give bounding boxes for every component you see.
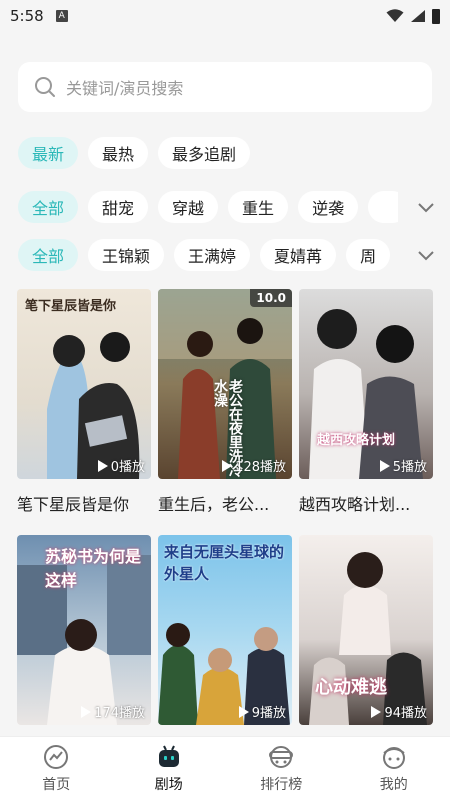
actor-tab-2[interactable]: 王满婷 xyxy=(174,239,251,271)
drama-poster[interactable]: 心动难逃 94播放 xyxy=(299,535,433,725)
drama-title[interactable]: 笔下星辰皆是你 xyxy=(17,491,151,515)
search-icon xyxy=(35,77,55,97)
drama-title[interactable]: 重生后，老公... xyxy=(158,491,292,515)
play-count: 5播放 xyxy=(379,456,427,475)
theater-icon xyxy=(158,745,179,767)
play-count: 174播放 xyxy=(80,702,145,721)
play-count: 94播放 xyxy=(370,702,427,721)
notification-icon: A xyxy=(55,10,68,22)
play-count: 0播放 xyxy=(97,456,145,475)
drama-card[interactable]: 来自无厘头星球的外星人 9播放 xyxy=(158,535,292,725)
actor-tabs: 全部 王锦颖 王满婷 夏婧苒 周 xyxy=(18,239,398,271)
tab-home[interactable]: 首页 xyxy=(0,737,113,800)
tab-ranking[interactable]: 排行榜 xyxy=(225,737,338,800)
drama-poster[interactable]: 来自无厘头星球的外星人 9播放 xyxy=(158,535,292,725)
home-icon xyxy=(44,745,69,769)
genre-tab-comeback[interactable]: 逆袭 xyxy=(298,191,359,223)
ranking-icon xyxy=(269,746,294,768)
poster-text: 心动难逃 xyxy=(315,677,387,698)
drama-poster[interactable]: 10.0 老公在夜里洗冷水澡 128播放 xyxy=(158,289,292,479)
drama-card[interactable]: 笔下星辰皆是你 0播放 笔下星辰皆是你 xyxy=(17,289,151,515)
status-bar: 5:58 A xyxy=(0,0,450,32)
profile-icon xyxy=(382,747,405,769)
genre-tabs: 全部 甜宠 穿越 重生 逆袭 xyxy=(18,191,398,223)
poster-illustration xyxy=(47,332,140,479)
bottom-tab-bar: 首页 剧场 排行榜 我的 xyxy=(0,736,450,800)
play-count: 128播放 xyxy=(221,456,286,475)
actor-tab-all[interactable]: 全部 xyxy=(18,239,79,271)
wifi-icon xyxy=(386,9,404,22)
sort-tab-latest[interactable]: 最新 xyxy=(18,137,79,169)
poster-text: 来自无厘头星球的外星人 xyxy=(164,543,285,583)
actor-tab-1[interactable]: 王锦颖 xyxy=(88,239,165,271)
poster-text: 笔下星辰皆是你 xyxy=(25,299,117,314)
drama-poster[interactable]: 笔下星辰皆是你 0播放 xyxy=(17,289,151,479)
search-placeholder: 关键词/演员搜索 xyxy=(66,79,184,98)
genre-tab-more[interactable] xyxy=(368,191,398,223)
chevron-down-icon[interactable] xyxy=(416,245,436,265)
drama-title[interactable]: 越西攻略计划... xyxy=(299,491,433,515)
drama-card[interactable]: 10.0 老公在夜里洗冷水澡 128播放 重生后，老公... xyxy=(158,289,292,515)
sort-tabs: 最新 最热 最多追剧 xyxy=(18,137,251,169)
play-icon xyxy=(238,705,249,718)
play-icon xyxy=(222,459,233,472)
genre-tab-all[interactable]: 全部 xyxy=(18,191,79,223)
poster-text: 苏秘书为何是这样 xyxy=(45,547,142,590)
play-icon xyxy=(81,705,92,718)
status-time: 5:58 xyxy=(10,7,44,25)
chevron-down-icon[interactable] xyxy=(416,197,436,217)
drama-poster[interactable]: 越西攻略计划 5播放 xyxy=(299,289,433,479)
tab-theater[interactable]: 剧场 xyxy=(113,737,226,800)
battery-icon xyxy=(432,8,440,24)
actor-tab-3[interactable]: 夏婧苒 xyxy=(260,239,337,271)
poster-illustration xyxy=(309,309,423,479)
sort-tab-most-followed[interactable]: 最多追剧 xyxy=(158,137,251,169)
genre-tab-romance[interactable]: 甜宠 xyxy=(88,191,149,223)
genre-tab-rebirth[interactable]: 重生 xyxy=(228,191,289,223)
drama-card[interactable]: 心动难逃 94播放 xyxy=(299,535,433,725)
drama-card[interactable]: 越西攻略计划 5播放 越西攻略计划... xyxy=(299,289,433,515)
signal-icon xyxy=(411,10,425,22)
genre-tab-time-travel[interactable]: 穿越 xyxy=(158,191,219,223)
drama-poster[interactable]: 苏秘书为何是这样 174播放 xyxy=(17,535,151,725)
play-icon xyxy=(379,459,390,472)
score-badge: 10.0 xyxy=(250,289,292,307)
drama-card[interactable]: 苏秘书为何是这样 174播放 xyxy=(17,535,151,725)
search-input[interactable]: 关键词/演员搜索 xyxy=(18,62,432,112)
poster-text: 越西攻略计划 xyxy=(317,433,396,448)
actor-tab-4[interactable]: 周 xyxy=(346,239,391,271)
play-count: 9播放 xyxy=(238,702,286,721)
tab-profile[interactable]: 我的 xyxy=(338,737,450,800)
play-icon xyxy=(371,705,382,718)
sort-tab-hottest[interactable]: 最热 xyxy=(88,137,149,169)
play-icon xyxy=(97,459,108,472)
